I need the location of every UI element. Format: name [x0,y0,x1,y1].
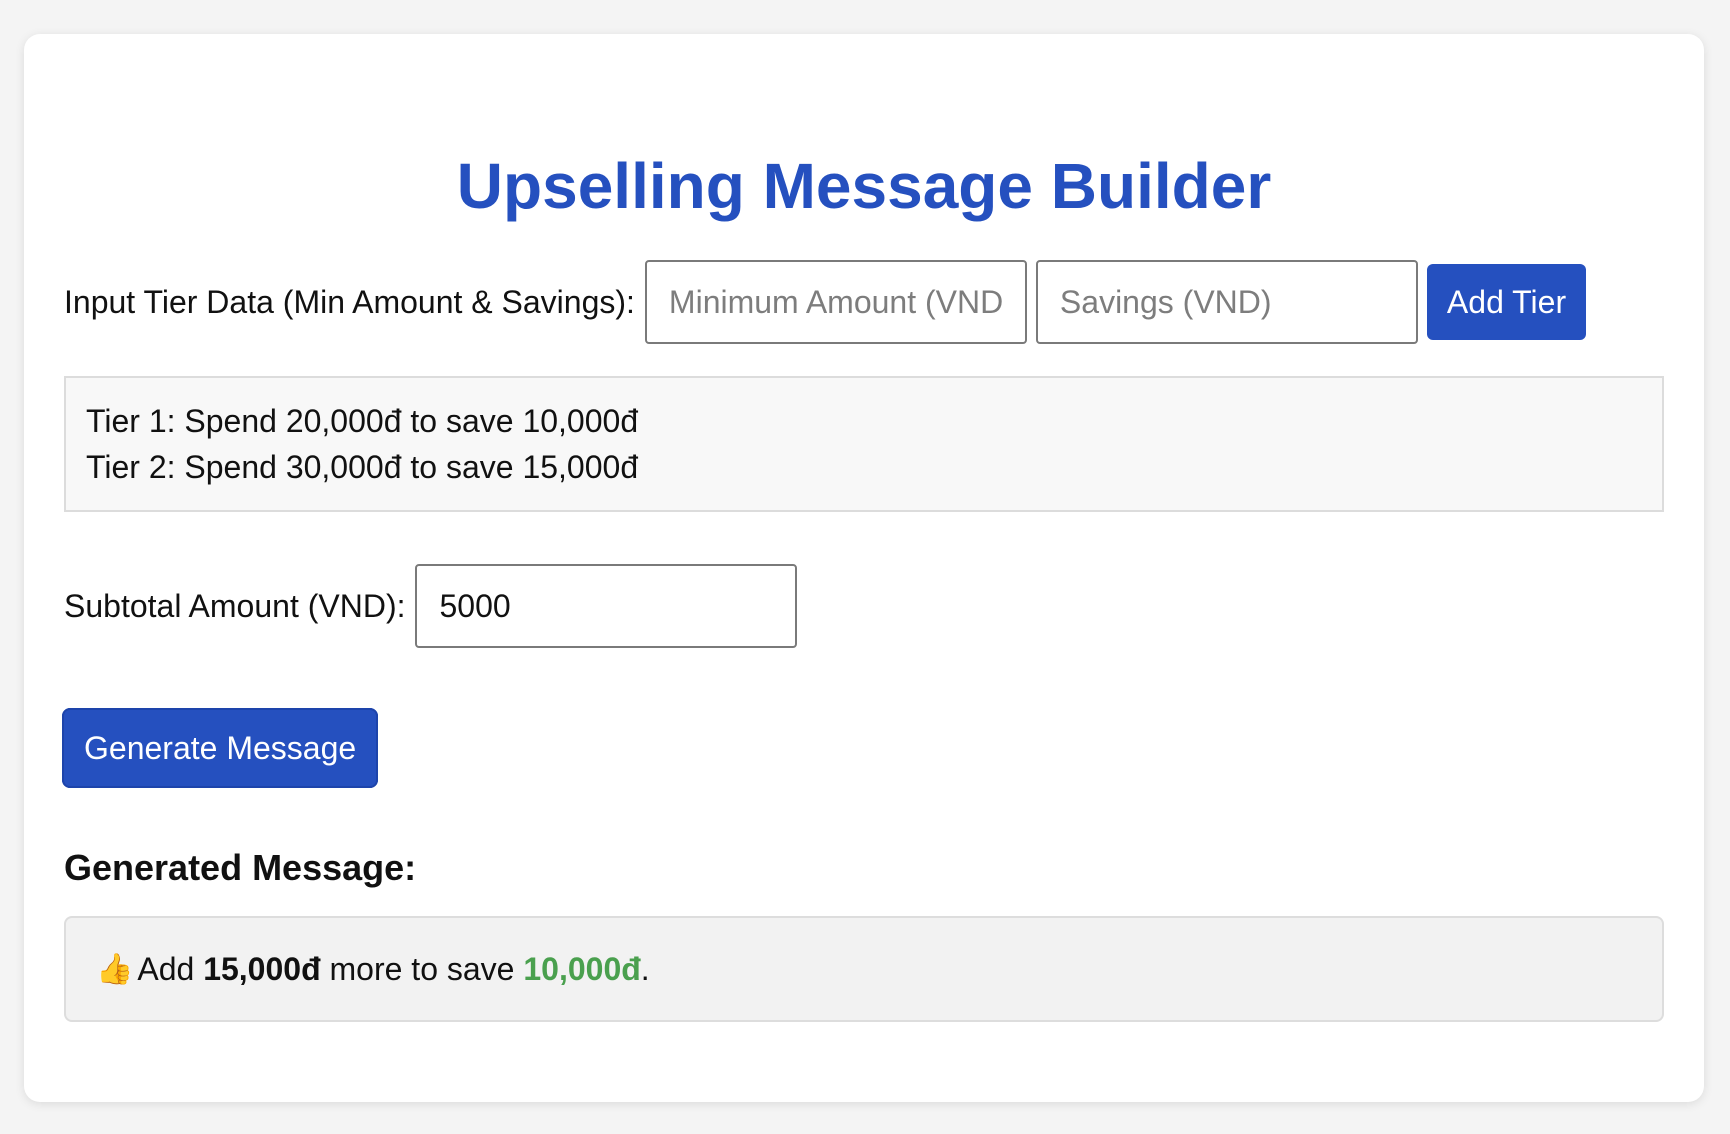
message-prefix: Add [137,950,195,987]
subtotal-label: Subtotal Amount (VND): [64,587,406,624]
tier-input-row: Input Tier Data (Min Amount & Savings): … [64,260,1587,344]
thumbs-up-icon: 👍 [96,952,134,986]
tier-list: Tier 1: Spend 20,000đ to save 10,000đ Ti… [64,376,1664,512]
subtotal-input[interactable] [415,564,798,648]
saving-amount: 10,000đ [523,950,641,987]
page-title: Upselling Message Builder [456,150,1272,222]
tier-list-item: Tier 2: Spend 30,000đ to save 15,000đ [86,449,639,485]
tier-list-item: Tier 1: Spend 20,000đ to save 10,000đ [86,403,639,439]
tier-input-label: Input Tier Data (Min Amount & Savings): [64,283,635,320]
builder-card: Upselling Message Builder Input Tier Dat… [24,34,1704,1102]
generated-message-heading: Generated Message: [64,847,417,888]
upsell-amount: 15,000đ [203,950,321,987]
message-middle: more to save [329,950,515,987]
subtotal-row: Subtotal Amount (VND): [64,564,798,648]
add-tier-button[interactable]: Add Tier [1426,264,1587,340]
savings-input[interactable] [1035,260,1418,344]
minimum-amount-input[interactable] [644,260,1027,344]
message-suffix: . [640,950,650,987]
generate-message-button[interactable]: Generate Message [62,708,379,788]
generated-message-box: 👍 Add 15,000đ more to save 10,000đ. [64,916,1664,1022]
